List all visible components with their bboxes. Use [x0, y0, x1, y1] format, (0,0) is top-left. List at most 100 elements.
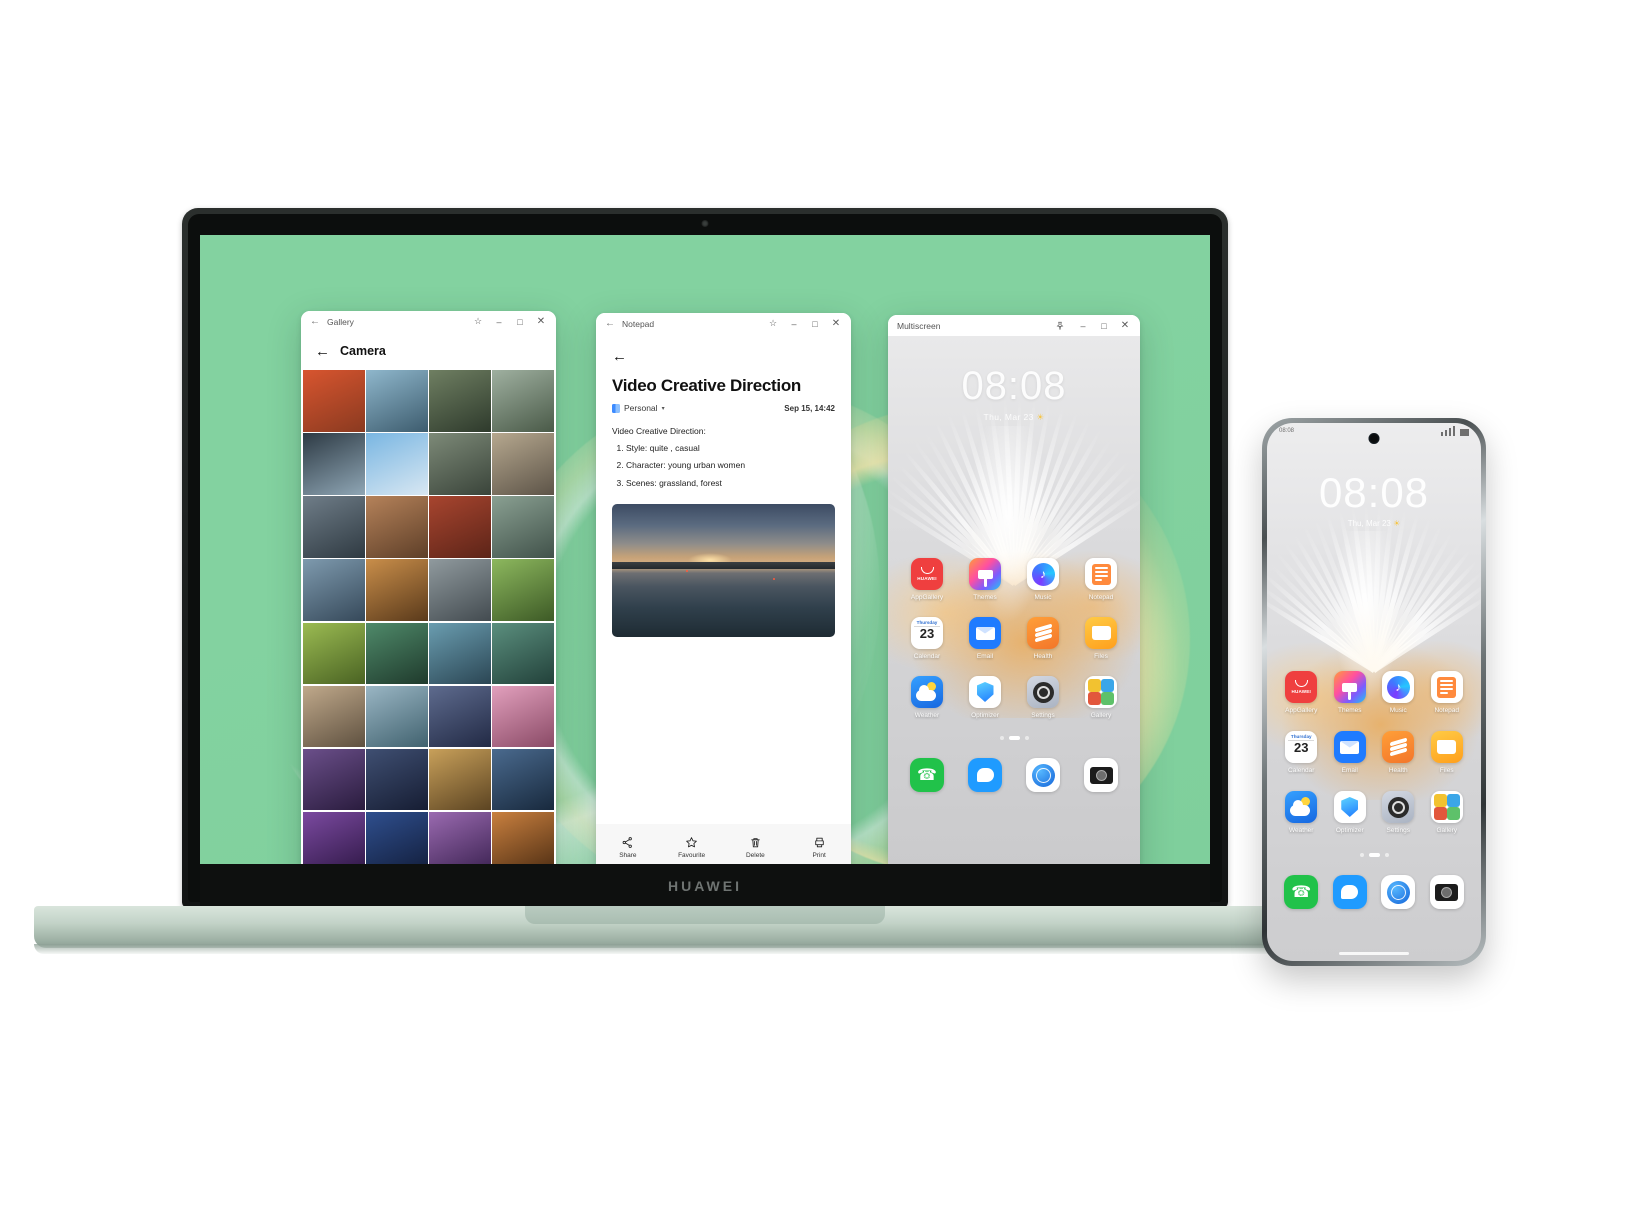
phone-app-grid[interactable]: HUAWEI AppGallery Themes ♪ Music Notepad Thurs…	[1277, 671, 1471, 834]
gallery-thumbnail[interactable]	[492, 433, 554, 495]
gallery-thumbnail[interactable]	[303, 623, 365, 685]
app-files[interactable]: Files	[1072, 617, 1130, 660]
gallery-thumbnail[interactable]	[303, 496, 365, 558]
close-button[interactable]: ✕	[829, 318, 843, 329]
gallery-thumbnail[interactable]	[303, 433, 365, 495]
minimize-button[interactable]: –	[492, 317, 506, 327]
page-dot[interactable]	[1360, 853, 1364, 857]
page-dot[interactable]	[1025, 736, 1029, 740]
app-music[interactable]: ♪ Music	[1014, 558, 1072, 601]
gallery-thumbnail-grid[interactable]	[301, 370, 556, 864]
gallery-thumbnail[interactable]	[303, 370, 365, 432]
gallery-thumbnail[interactable]	[492, 749, 554, 811]
app-settings[interactable]: Settings	[1014, 676, 1072, 719]
gallery-thumbnail[interactable]	[492, 496, 554, 558]
gallery-thumbnail[interactable]	[303, 686, 365, 748]
note-folder-selector[interactable]: Personal ▾	[612, 403, 665, 413]
app-notepad[interactable]: Notepad	[1423, 671, 1472, 714]
gallery-thumbnail[interactable]	[366, 370, 428, 432]
app-phone[interactable]: ☎	[898, 758, 956, 792]
gallery-thumbnail[interactable]	[366, 623, 428, 685]
app-browser[interactable]	[1014, 758, 1072, 792]
app-calendar[interactable]: Thursday 23 Calendar	[898, 617, 956, 660]
back-arrow-icon[interactable]: ←	[605, 319, 615, 329]
gallery-thumbnail[interactable]	[492, 686, 554, 748]
gallery-thumbnail[interactable]	[492, 623, 554, 685]
notepad-tool-favourite[interactable]: Favourite	[660, 836, 724, 859]
gallery-thumbnail[interactable]	[492, 559, 554, 621]
phone-screen[interactable]: 08:08 08:08 Thu, Mar 23 ☀ HUAWEI AppGalle…	[1267, 423, 1481, 961]
gallery-thumbnail[interactable]	[303, 749, 365, 811]
multiscreen-window[interactable]: Multiscreen – □ ✕ 08:08 Thu, Mar 23 ☀ HU…	[888, 315, 1140, 864]
gallery-thumbnail[interactable]	[429, 812, 491, 864]
page-dot[interactable]	[1000, 736, 1004, 740]
gallery-thumbnail[interactable]	[366, 686, 428, 748]
maximize-button[interactable]: □	[1097, 321, 1111, 331]
app-files[interactable]: Files	[1423, 731, 1472, 774]
app-email[interactable]: Email	[1326, 731, 1375, 774]
gallery-thumbnail[interactable]	[429, 496, 491, 558]
minimize-button[interactable]: –	[787, 319, 801, 329]
page-indicator[interactable]	[888, 736, 1140, 740]
app-email[interactable]: Email	[956, 617, 1014, 660]
pin-icon[interactable]: ☆	[471, 316, 485, 327]
app-weather[interactable]: Weather	[898, 676, 956, 719]
homescreen-app-grid[interactable]: HUAWEI AppGallery Themes ♪ Music Notepad Thurs…	[898, 558, 1130, 719]
maximize-button[interactable]: □	[513, 317, 527, 327]
app-calendar[interactable]: Thursday 23 Calendar	[1277, 731, 1326, 774]
gesture-bar[interactable]	[1339, 952, 1409, 955]
maximize-button[interactable]: □	[808, 319, 822, 329]
gallery-thumbnail[interactable]	[303, 812, 365, 864]
app-appgallery[interactable]: HUAWEI AppGallery	[1277, 671, 1326, 714]
notepad-tool-delete[interactable]: Delete	[724, 836, 788, 859]
phone-dock[interactable]: ☎	[1277, 875, 1471, 909]
gallery-thumbnail[interactable]	[429, 433, 491, 495]
gallery-thumbnail[interactable]	[429, 559, 491, 621]
app-messages[interactable]	[1326, 875, 1375, 909]
page-dot[interactable]	[1385, 853, 1389, 857]
pin-icon[interactable]	[1055, 321, 1069, 331]
close-button[interactable]: ✕	[534, 316, 548, 327]
back-arrow-icon[interactable]: ←	[310, 317, 320, 327]
app-appgallery[interactable]: HUAWEI AppGallery	[898, 558, 956, 601]
gallery-thumbnail[interactable]	[366, 496, 428, 558]
minimize-button[interactable]: –	[1076, 321, 1090, 331]
gallery-thumbnail[interactable]	[429, 686, 491, 748]
app-health[interactable]: Health	[1374, 731, 1423, 774]
app-optimizer[interactable]: Optimizer	[1326, 791, 1375, 834]
app-music[interactable]: ♪ Music	[1374, 671, 1423, 714]
note-attached-image[interactable]	[612, 504, 835, 637]
app-themes[interactable]: Themes	[956, 558, 1014, 601]
phone-page-indicator[interactable]	[1267, 853, 1481, 857]
app-camera[interactable]	[1072, 758, 1130, 792]
app-health[interactable]: Health	[1014, 617, 1072, 660]
gallery-thumbnail[interactable]	[492, 370, 554, 432]
notepad-back-icon[interactable]: ←	[612, 348, 835, 365]
gallery-thumbnail[interactable]	[429, 749, 491, 811]
app-settings[interactable]: Settings	[1374, 791, 1423, 834]
close-button[interactable]: ✕	[1118, 320, 1132, 331]
pin-icon[interactable]: ☆	[766, 318, 780, 329]
chevron-down-icon[interactable]: ▾	[662, 405, 665, 412]
app-gallery[interactable]: Gallery	[1423, 791, 1472, 834]
app-gallery[interactable]: Gallery	[1072, 676, 1130, 719]
notepad-window[interactable]: ← Notepad ☆ – □ ✕ ← Video Creative Direc…	[596, 313, 851, 864]
app-phone[interactable]: ☎	[1277, 875, 1326, 909]
page-dot[interactable]	[1369, 853, 1380, 857]
notepad-tool-print[interactable]: Print	[787, 836, 851, 859]
page-dot[interactable]	[1009, 736, 1020, 740]
gallery-thumbnail[interactable]	[366, 433, 428, 495]
gallery-thumbnail[interactable]	[429, 623, 491, 685]
gallery-back-icon[interactable]: ←	[315, 343, 330, 360]
gallery-thumbnail[interactable]	[366, 812, 428, 864]
gallery-window[interactable]: ← Gallery ☆ – □ ✕ ← Camera ◁	[301, 311, 556, 864]
gallery-thumbnail[interactable]	[429, 370, 491, 432]
notepad-toolbar[interactable]: Share Favourite Delete Print	[596, 824, 851, 864]
app-messages[interactable]	[956, 758, 1014, 792]
gallery-thumbnail[interactable]	[366, 749, 428, 811]
app-camera[interactable]	[1423, 875, 1472, 909]
note-body[interactable]: Video Creative Direction: Style: quite ,…	[612, 425, 835, 490]
gallery-thumbnail[interactable]	[303, 559, 365, 621]
mirrored-phone-screen[interactable]: 08:08 Thu, Mar 23 ☀ HUAWEI AppGallery Them…	[888, 336, 1140, 864]
notepad-tool-share[interactable]: Share	[596, 836, 660, 859]
